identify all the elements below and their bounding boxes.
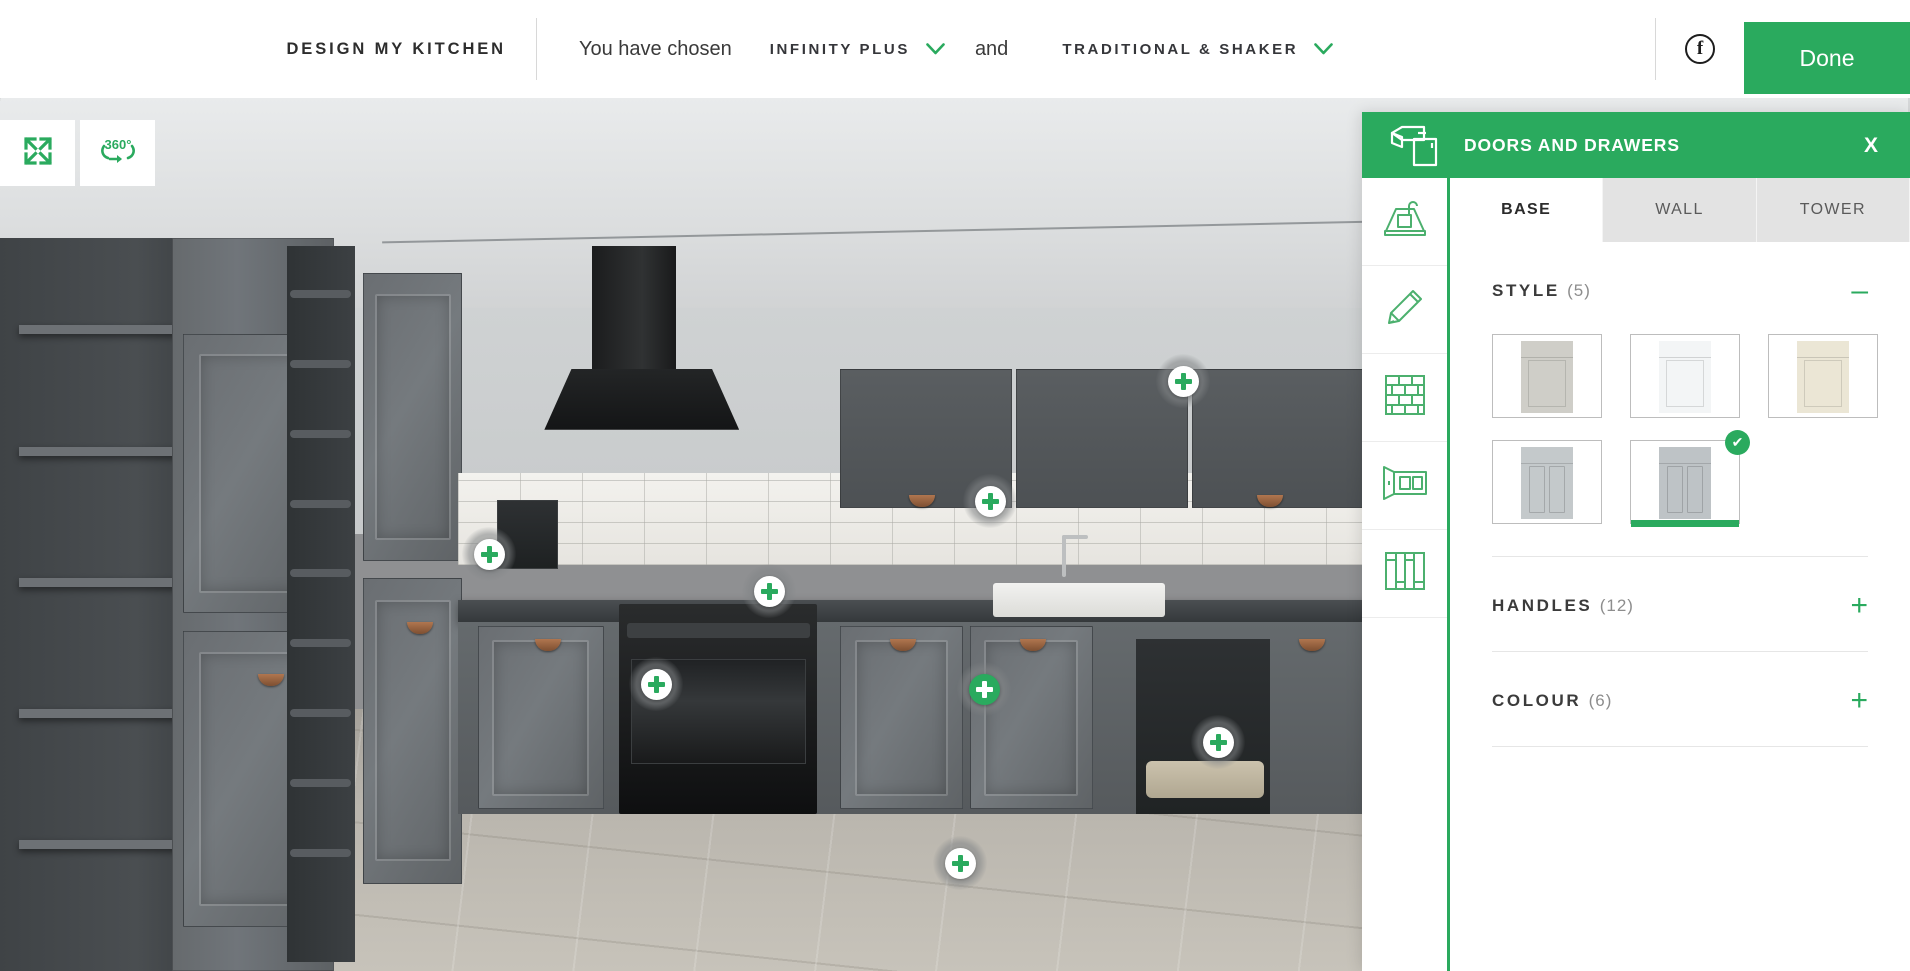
style-selector[interactable]: TRADITIONAL & SHAKER bbox=[1062, 40, 1334, 58]
sidebar-item-larder[interactable] bbox=[1362, 530, 1447, 618]
open-cabinet-icon bbox=[1380, 463, 1430, 508]
sidebar-item-doors[interactable] bbox=[1362, 442, 1447, 530]
rotate-360-button[interactable]: 360° bbox=[80, 120, 155, 186]
top-bar: DESIGN MY KITCHEN You have chosen INFINI… bbox=[0, 0, 1910, 98]
tab-base[interactable]: BASE bbox=[1450, 178, 1604, 242]
panel-header: DOORS AND DRAWERS X bbox=[1362, 112, 1910, 178]
tall-units-icon bbox=[1382, 549, 1428, 598]
expand-arrows-icon bbox=[21, 134, 55, 173]
doors-and-drawers-panel: DOORS AND DRAWERS X BASE WALL TOWER STYL… bbox=[1362, 112, 1910, 971]
plus-icon bbox=[1167, 365, 1199, 397]
check-icon: ✔ bbox=[1725, 430, 1750, 455]
sidebar-item-worktops[interactable] bbox=[1362, 178, 1447, 266]
swatch-style-4[interactable] bbox=[1492, 440, 1602, 524]
sink-worktop-icon bbox=[1381, 198, 1429, 245]
selected-indicator-bar bbox=[1631, 520, 1739, 527]
close-icon[interactable]: X bbox=[1854, 129, 1888, 162]
sidebar-item-tiles[interactable] bbox=[1362, 354, 1447, 442]
section-toggle-colour[interactable]: + bbox=[1850, 686, 1868, 716]
section-style: STYLE (5) – ✔ bbox=[1492, 242, 1878, 557]
range-selector[interactable]: INFINITY PLUS bbox=[770, 41, 945, 58]
chevron-down-icon bbox=[926, 43, 945, 55]
section-header-handles[interactable]: HANDLES (12) + bbox=[1492, 557, 1868, 625]
swatch-style-5[interactable]: ✔ bbox=[1630, 430, 1750, 527]
section-count-style: (5) bbox=[1567, 281, 1591, 300]
social-area: f bbox=[1656, 0, 1744, 98]
hotspot-hs-drawer-bank[interactable] bbox=[1191, 715, 1245, 769]
facebook-icon[interactable]: f bbox=[1685, 34, 1715, 64]
doors-and-drawers-icon bbox=[1388, 122, 1450, 168]
chevron-down-icon bbox=[1314, 43, 1334, 55]
hotspot-hs-cornice[interactable] bbox=[1156, 354, 1210, 408]
selection-summary: You have chosen INFINITY PLUS and TRADIT… bbox=[537, 0, 1655, 98]
section-toggle-style[interactable]: – bbox=[1851, 276, 1868, 306]
panel-tabs: BASE WALL TOWER bbox=[1450, 178, 1910, 242]
svg-text:360°: 360° bbox=[104, 137, 131, 152]
panel-icon-rail bbox=[1362, 178, 1450, 971]
page-title: DESIGN MY KITCHEN bbox=[286, 39, 506, 58]
hotspot-hs-floor[interactable] bbox=[933, 836, 987, 890]
section-divider bbox=[1492, 746, 1868, 747]
plus-icon bbox=[944, 847, 976, 879]
viewport-controls: 360° bbox=[0, 120, 155, 186]
plus-icon bbox=[974, 485, 1006, 517]
plus-icon bbox=[640, 668, 672, 700]
section-count-handles: (12) bbox=[1599, 596, 1634, 615]
plus-icon bbox=[473, 538, 505, 570]
swatch-style-1[interactable] bbox=[1492, 334, 1602, 418]
plus-icon bbox=[1202, 726, 1234, 758]
door-thumbnail bbox=[1659, 341, 1711, 413]
style-selector-label: TRADITIONAL & SHAKER bbox=[1062, 40, 1299, 58]
conjunction-label: and bbox=[974, 37, 1009, 60]
section-colour: COLOUR (6) + bbox=[1492, 652, 1868, 747]
hotspot-hs-tall-unit[interactable] bbox=[462, 527, 516, 581]
section-handles: HANDLES (12) + bbox=[1492, 557, 1868, 652]
swatch-style-2[interactable] bbox=[1630, 334, 1740, 418]
plus-icon bbox=[753, 575, 785, 607]
section-header-colour[interactable]: COLOUR (6) + bbox=[1492, 652, 1868, 720]
brick-wall-icon bbox=[1382, 372, 1428, 423]
kitchen-designer-app: DESIGN MY KITCHEN You have chosen INFINI… bbox=[0, 0, 1910, 971]
done-button[interactable]: Done bbox=[1744, 22, 1910, 94]
section-title-colour: COLOUR (6) bbox=[1492, 691, 1613, 710]
range-selector-label: INFINITY PLUS bbox=[769, 40, 910, 58]
panel-body: BASE WALL TOWER STYLE (5) – ✔ HANDLES (12) + CO… bbox=[1362, 178, 1910, 971]
chosen-label: You have chosen bbox=[579, 37, 732, 60]
tab-wall[interactable]: WALL bbox=[1603, 178, 1757, 242]
brand-area: DESIGN MY KITCHEN bbox=[0, 0, 536, 98]
panel-title: DOORS AND DRAWERS bbox=[1464, 134, 1680, 155]
door-thumbnail bbox=[1521, 447, 1573, 519]
door-thumbnail bbox=[1797, 341, 1849, 413]
door-thumbnail bbox=[1659, 447, 1711, 519]
pencil-icon bbox=[1383, 285, 1427, 334]
section-title-handles: HANDLES (12) bbox=[1492, 596, 1634, 615]
section-toggle-handles[interactable]: + bbox=[1850, 591, 1868, 621]
section-header-style[interactable]: STYLE (5) – bbox=[1492, 242, 1868, 310]
section-title-style: STYLE (5) bbox=[1492, 281, 1591, 300]
hotspot-hs-wall-right[interactable] bbox=[963, 474, 1017, 528]
fullscreen-button[interactable] bbox=[0, 120, 75, 186]
hotspot-hs-base-right[interactable] bbox=[957, 662, 1011, 716]
plus-icon bbox=[968, 673, 1000, 705]
rail-spacer bbox=[1362, 618, 1447, 971]
door-thumbnail bbox=[1521, 341, 1573, 413]
hotspot-hs-base-left[interactable] bbox=[629, 657, 683, 711]
swatch-style-3[interactable] bbox=[1768, 334, 1878, 418]
hotspot-hs-wall-left[interactable] bbox=[742, 564, 796, 618]
panel-main: BASE WALL TOWER STYLE (5) – ✔ HANDLES (12) + CO… bbox=[1450, 178, 1910, 971]
tab-tower[interactable]: TOWER bbox=[1756, 178, 1910, 242]
panel-sections: STYLE (5) – ✔ HANDLES (12) + COLOUR (6) + bbox=[1450, 242, 1910, 971]
sidebar-item-edit[interactable] bbox=[1362, 266, 1447, 354]
rotate-360-icon: 360° bbox=[96, 134, 140, 173]
section-count-colour: (6) bbox=[1588, 691, 1613, 710]
swatch-grid-style: ✔ bbox=[1492, 310, 1878, 530]
